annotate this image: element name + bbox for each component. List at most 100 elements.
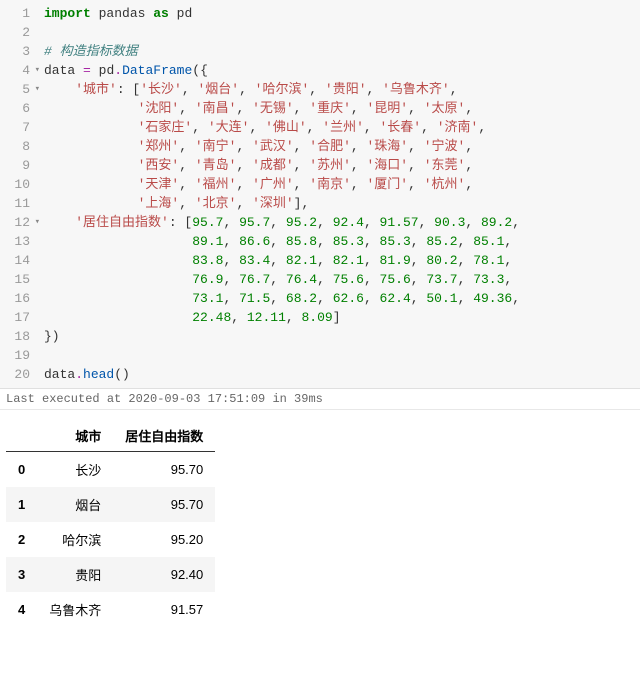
string-literal: '合肥' bbox=[309, 139, 351, 154]
number-literal: 82.1 bbox=[333, 253, 364, 268]
number-literal: 85.2 bbox=[426, 234, 457, 249]
table-row: 4乌鲁木齐91.57 bbox=[6, 592, 215, 627]
string-literal: '广州' bbox=[252, 177, 294, 192]
string-literal: '武汉' bbox=[252, 139, 294, 154]
row-index: 2 bbox=[6, 522, 37, 557]
number-literal: 62.4 bbox=[380, 291, 411, 306]
row-index: 0 bbox=[6, 452, 37, 488]
number-literal: 8.09 bbox=[301, 310, 332, 325]
number-literal: 95.7 bbox=[192, 215, 223, 230]
table-row: 0长沙95.70 bbox=[6, 452, 215, 488]
col-header-index: 居住自由指数 bbox=[113, 420, 215, 452]
string-literal: '石家庄' bbox=[138, 120, 193, 135]
number-literal: 82.1 bbox=[286, 253, 317, 268]
number-literal: 75.6 bbox=[380, 272, 411, 287]
output-area: 城市 居住自由指数 0长沙95.701烟台95.702哈尔滨95.203贵阳92… bbox=[0, 410, 640, 637]
string-literal: '东莞' bbox=[424, 158, 466, 173]
number-literal: 92.4 bbox=[333, 215, 364, 230]
number-literal: 83.8 bbox=[192, 253, 223, 268]
dataframe-table: 城市 居住自由指数 0长沙95.701烟台95.702哈尔滨95.203贵阳92… bbox=[6, 420, 215, 627]
number-literal: 68.2 bbox=[286, 291, 317, 306]
string-literal: '天津' bbox=[138, 177, 180, 192]
number-literal: 73.7 bbox=[426, 272, 457, 287]
table-row: 2哈尔滨95.20 bbox=[6, 522, 215, 557]
string-literal: '哈尔滨' bbox=[255, 82, 310, 97]
number-literal: 90.3 bbox=[434, 215, 465, 230]
number-literal: 83.4 bbox=[239, 253, 270, 268]
string-literal: '南昌' bbox=[195, 101, 237, 116]
string-literal: '佛山' bbox=[265, 120, 307, 135]
string-literal: '太原' bbox=[424, 101, 466, 116]
number-literal: 85.1 bbox=[473, 234, 504, 249]
number-literal: 95.2 bbox=[286, 215, 317, 230]
cell-city: 乌鲁木齐 bbox=[37, 592, 113, 627]
string-literal: '南宁' bbox=[195, 139, 237, 154]
kw-import: import bbox=[44, 6, 91, 21]
number-literal: 62.6 bbox=[333, 291, 364, 306]
execution-status: Last executed at 2020-09-03 17:51:09 in … bbox=[0, 389, 640, 410]
number-literal: 49.36 bbox=[473, 291, 512, 306]
row-index: 3 bbox=[6, 557, 37, 592]
number-literal: 76.7 bbox=[239, 272, 270, 287]
code-cell[interactable]: 1 2 3 4 5 6 7 8 9 10 11 12 13 14 15 16 1… bbox=[0, 0, 640, 389]
string-literal: '苏州' bbox=[309, 158, 351, 173]
string-literal: '沈阳' bbox=[138, 101, 180, 116]
number-literal: 78.1 bbox=[473, 253, 504, 268]
number-literal: 86.6 bbox=[239, 234, 270, 249]
number-literal: 89.1 bbox=[192, 234, 223, 249]
string-literal: '大连' bbox=[208, 120, 250, 135]
string-literal: '厦门' bbox=[367, 177, 409, 192]
string-literal: '西安' bbox=[138, 158, 180, 173]
string-literal: '乌鲁木齐' bbox=[382, 82, 450, 97]
string-literal: '郑州' bbox=[138, 139, 180, 154]
string-literal: '贵阳' bbox=[325, 82, 367, 97]
string-literal: '成都' bbox=[252, 158, 294, 173]
number-literal: 12.11 bbox=[247, 310, 286, 325]
string-literal: '长春' bbox=[380, 120, 422, 135]
cell-value: 95.70 bbox=[113, 452, 215, 488]
number-literal: 85.8 bbox=[286, 234, 317, 249]
cell-city: 烟台 bbox=[37, 487, 113, 522]
number-literal: 91.57 bbox=[380, 215, 419, 230]
number-literal: 50.1 bbox=[426, 291, 457, 306]
string-literal: '宁波' bbox=[424, 139, 466, 154]
table-header-row: 城市 居住自由指数 bbox=[6, 420, 215, 452]
number-literal: 73.3 bbox=[473, 272, 504, 287]
number-literal: 73.1 bbox=[192, 291, 223, 306]
string-literal: '福州' bbox=[195, 177, 237, 192]
number-literal: 81.9 bbox=[380, 253, 411, 268]
col-header-city: 城市 bbox=[37, 420, 113, 452]
comment: # 构造指标数据 bbox=[44, 44, 138, 59]
table-row: 1烟台95.70 bbox=[6, 487, 215, 522]
number-literal: 71.5 bbox=[239, 291, 270, 306]
string-literal: '深圳' bbox=[252, 196, 294, 211]
string-literal: '上海' bbox=[138, 196, 180, 211]
cell-value: 95.70 bbox=[113, 487, 215, 522]
string-literal: '杭州' bbox=[424, 177, 466, 192]
string-literal: '烟台' bbox=[197, 82, 239, 97]
string-literal: '南京' bbox=[309, 177, 351, 192]
number-literal: 75.6 bbox=[333, 272, 364, 287]
string-literal: '北京' bbox=[195, 196, 237, 211]
number-literal: 95.7 bbox=[239, 215, 270, 230]
string-literal: '青岛' bbox=[195, 158, 237, 173]
number-literal: 89.2 bbox=[481, 215, 512, 230]
number-literal: 22.48 bbox=[192, 310, 231, 325]
number-literal: 76.4 bbox=[286, 272, 317, 287]
string-literal: '重庆' bbox=[309, 101, 351, 116]
row-index: 1 bbox=[6, 487, 37, 522]
cell-city: 贵阳 bbox=[37, 557, 113, 592]
string-literal: '海口' bbox=[367, 158, 409, 173]
table-row: 3贵阳92.40 bbox=[6, 557, 215, 592]
number-literal: 85.3 bbox=[380, 234, 411, 249]
string-literal: '兰州' bbox=[322, 120, 364, 135]
string-literal: '长沙' bbox=[140, 82, 182, 97]
row-index: 4 bbox=[6, 592, 37, 627]
code-editor[interactable]: import pandas as pd # 构造指标数据 data = pd.D… bbox=[38, 0, 526, 388]
index-header bbox=[6, 420, 37, 452]
cell-value: 95.20 bbox=[113, 522, 215, 557]
cell-city: 长沙 bbox=[37, 452, 113, 488]
string-literal: '无锡' bbox=[252, 101, 294, 116]
string-literal: '济南' bbox=[437, 120, 479, 135]
string-literal: '昆明' bbox=[367, 101, 409, 116]
